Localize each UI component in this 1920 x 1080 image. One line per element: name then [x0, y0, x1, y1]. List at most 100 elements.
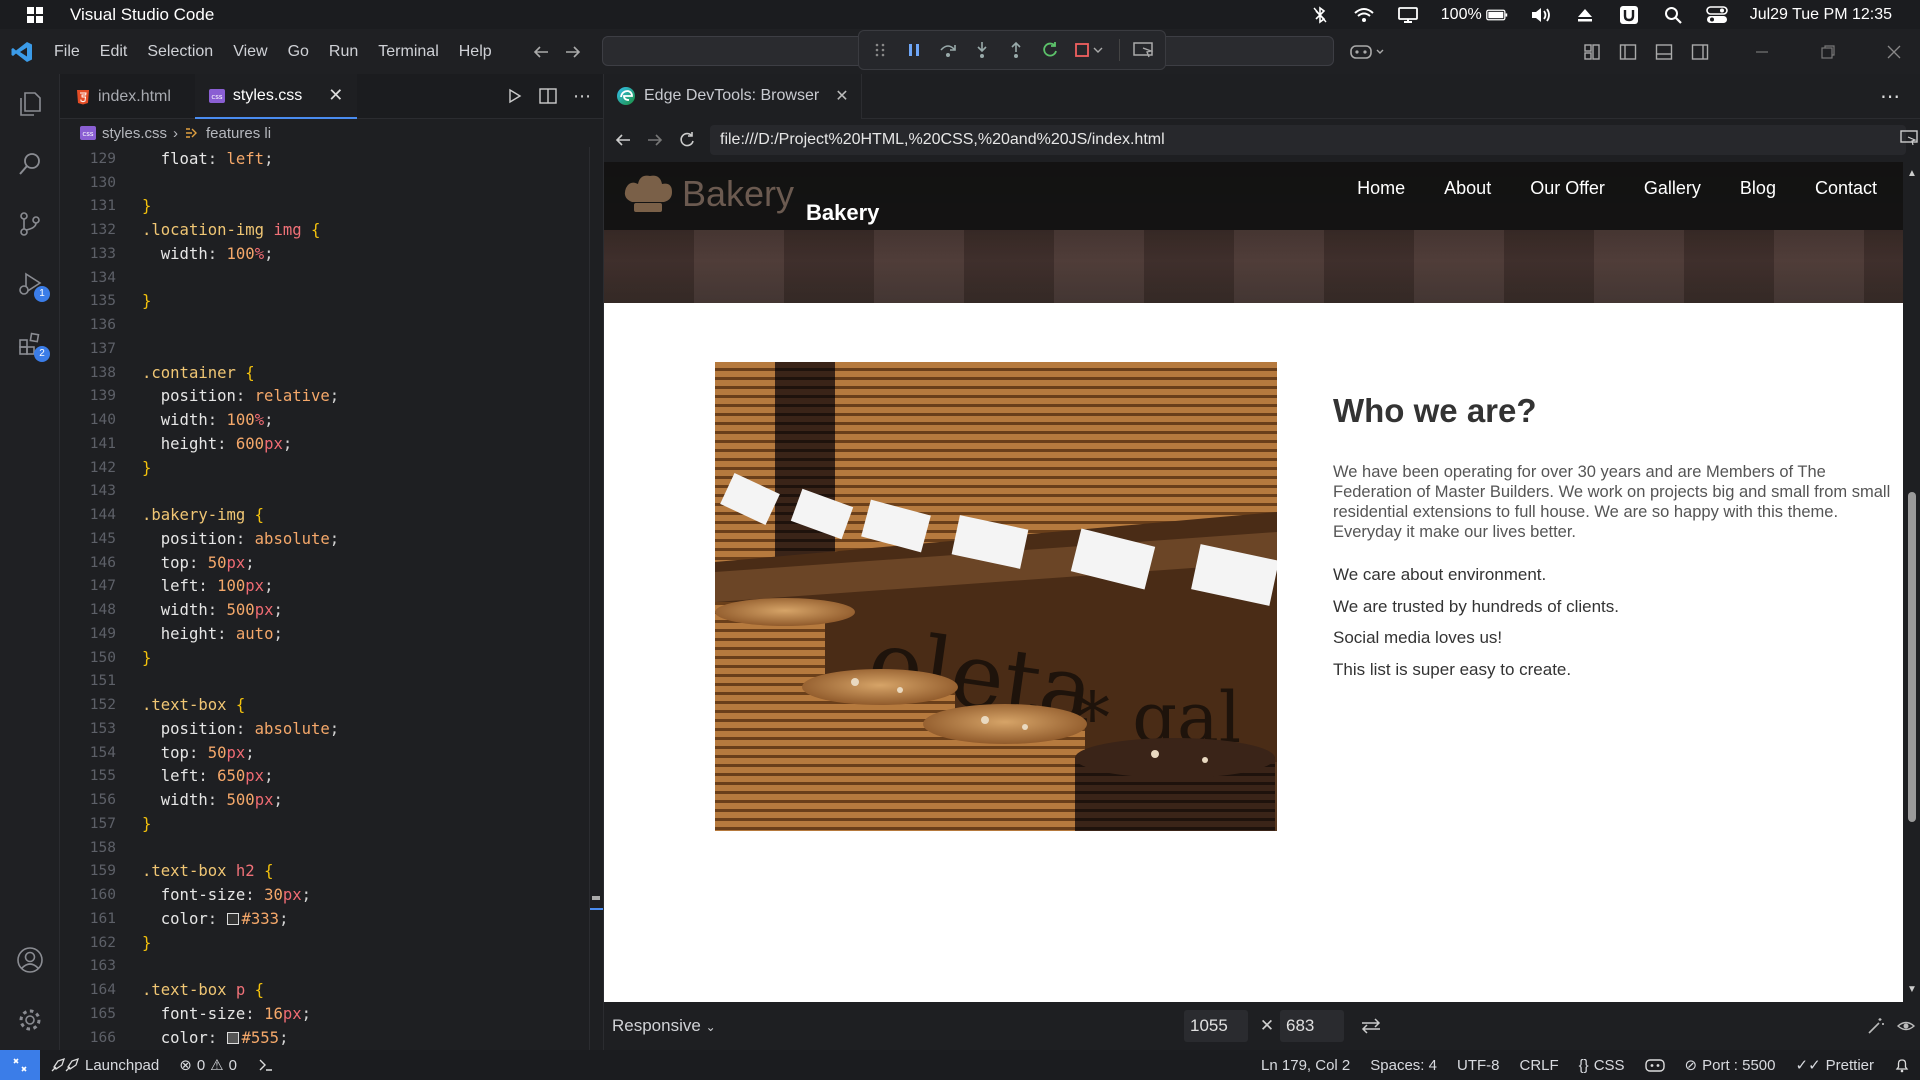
- more-actions-icon[interactable]: ⋯: [573, 86, 591, 107]
- end-of-line[interactable]: CRLF: [1509, 1057, 1568, 1074]
- line-content[interactable]: width: 100%;: [116, 245, 274, 263]
- line-content[interactable]: position: absolute;: [116, 720, 339, 738]
- forward-arrow-icon[interactable]: [564, 44, 582, 60]
- line-content[interactable]: .location-img img {: [116, 221, 320, 239]
- launchpad-item[interactable]: Launchpad: [40, 1057, 169, 1074]
- explorer-icon[interactable]: [0, 74, 60, 134]
- run-file-icon[interactable]: [507, 88, 523, 104]
- menu-terminal[interactable]: Terminal: [368, 37, 448, 67]
- more-actions-icon[interactable]: ⋯: [1880, 84, 1920, 109]
- live-share-icon[interactable]: [247, 1057, 285, 1073]
- tab-styles-css[interactable]: css styles.css ✕: [194, 74, 358, 119]
- menu-help[interactable]: Help: [449, 37, 502, 67]
- line-content[interactable]: left: 650px;: [116, 767, 274, 785]
- line-content[interactable]: .text-box p {: [116, 981, 264, 999]
- bluetooth-off-icon[interactable]: [1309, 4, 1331, 26]
- windows-logo-icon[interactable]: [0, 6, 70, 23]
- prettier-status[interactable]: ✓✓ Prettier: [1786, 1056, 1885, 1075]
- site-brand[interactable]: Bakery: [806, 200, 879, 226]
- line-content[interactable]: width: 500px;: [116, 601, 283, 619]
- code-line[interactable]: 158: [60, 836, 603, 860]
- code-line[interactable]: 142}: [60, 456, 603, 480]
- breadcrumb-symbol[interactable]: features li: [206, 125, 271, 142]
- line-content[interactable]: position: absolute;: [116, 530, 339, 548]
- code-line[interactable]: 152 .text-box {: [60, 693, 603, 717]
- extensions-icon[interactable]: 2: [0, 314, 60, 374]
- code-line[interactable]: 146 top: 50px;: [60, 551, 603, 575]
- code-editor[interactable]: 129 float: left; 130 131} 132 .location-img …: [60, 147, 603, 1050]
- code-line[interactable]: 139 position: relative;: [60, 385, 603, 409]
- problems-item[interactable]: ⊗ 0 ⚠ 0: [169, 1056, 247, 1075]
- code-line[interactable]: 129 float: left;: [60, 147, 603, 171]
- user-u-icon[interactable]: [1618, 4, 1640, 26]
- toggle-sidebar-icon[interactable]: [1616, 40, 1640, 64]
- code-line[interactable]: 145 position: absolute;: [60, 527, 603, 551]
- code-line[interactable]: 140 width: 100%;: [60, 408, 603, 432]
- menu-file[interactable]: File: [44, 37, 90, 67]
- line-content[interactable]: }: [116, 197, 151, 215]
- line-content[interactable]: left: 100px;: [116, 577, 274, 595]
- source-control-icon[interactable]: [0, 194, 60, 254]
- stop-icon[interactable]: [1073, 39, 1107, 61]
- url-input[interactable]: file:///D:/Project%20HTML,%20CSS,%20and%…: [710, 125, 1906, 155]
- page-scrollbar[interactable]: ▲ ▼: [1903, 162, 1920, 1002]
- close-window-icon[interactable]: [1882, 40, 1906, 64]
- line-content[interactable]: top: 50px;: [116, 554, 255, 572]
- live-server-port[interactable]: ⊘ Port : 5500: [1675, 1056, 1786, 1075]
- search-sidebar-icon[interactable]: [0, 134, 60, 194]
- step-over-icon[interactable]: [937, 39, 959, 61]
- line-content[interactable]: .bakery-img {: [116, 506, 264, 524]
- viewport-height-input[interactable]: 683: [1280, 1010, 1344, 1042]
- notifications-bell-icon[interactable]: [1884, 1057, 1920, 1073]
- code-line[interactable]: 153 position: absolute;: [60, 717, 603, 741]
- code-line[interactable]: 131}: [60, 195, 603, 219]
- menu-view[interactable]: View: [223, 37, 277, 67]
- line-content[interactable]: }: [116, 815, 151, 833]
- search-icon[interactable]: [1662, 4, 1684, 26]
- code-line[interactable]: 155 left: 650px;: [60, 765, 603, 789]
- code-line[interactable]: 163: [60, 955, 603, 979]
- nav-home[interactable]: Home: [1357, 178, 1405, 199]
- nav-our-offer[interactable]: Our Offer: [1530, 178, 1605, 199]
- copilot-status-icon[interactable]: [1635, 1057, 1675, 1073]
- drag-handle-icon[interactable]: [869, 39, 891, 61]
- remote-indicator-icon[interactable]: [0, 1050, 40, 1080]
- code-line[interactable]: 165 font-size: 16px;: [60, 1002, 603, 1026]
- line-content[interactable]: .text-box h2 {: [116, 862, 273, 880]
- line-content[interactable]: font-size: 30px;: [116, 886, 311, 904]
- code-line[interactable]: 147 left: 100px;: [60, 575, 603, 599]
- screencast-icon[interactable]: [1900, 130, 1918, 146]
- tab-index-html[interactable]: index.html: [60, 74, 185, 119]
- code-line[interactable]: 151: [60, 670, 603, 694]
- split-editor-icon[interactable]: [539, 88, 557, 104]
- code-line[interactable]: 132 .location-img img {: [60, 218, 603, 242]
- code-line[interactable]: 143: [60, 480, 603, 504]
- line-content[interactable]: height: auto;: [116, 625, 283, 643]
- line-content[interactable]: .text-box {: [116, 696, 245, 714]
- rotate-dimensions-icon[interactable]: [1360, 1017, 1382, 1035]
- line-content[interactable]: font-size: 16px;: [116, 1005, 311, 1023]
- nav-gallery[interactable]: Gallery: [1644, 178, 1701, 199]
- close-browser-tab-icon[interactable]: ✕: [835, 86, 848, 106]
- code-line[interactable]: 136: [60, 313, 603, 337]
- code-line[interactable]: 156 width: 500px;: [60, 788, 603, 812]
- code-line[interactable]: 157}: [60, 812, 603, 836]
- code-line[interactable]: 148 width: 500px;: [60, 598, 603, 622]
- step-out-icon[interactable]: [1005, 39, 1027, 61]
- responsive-dropdown[interactable]: Responsive ⌄: [604, 1016, 1184, 1036]
- menu-run[interactable]: Run: [319, 37, 368, 67]
- line-content[interactable]: float: left;: [116, 150, 274, 168]
- nav-blog[interactable]: Blog: [1740, 178, 1776, 199]
- breadcrumb-file[interactable]: styles.css: [102, 125, 167, 142]
- step-into-icon[interactable]: [971, 39, 993, 61]
- manage-gear-icon[interactable]: [0, 990, 60, 1050]
- line-content[interactable]: }: [116, 934, 151, 952]
- back-arrow-icon[interactable]: [532, 44, 550, 60]
- line-content[interactable]: }: [116, 649, 151, 667]
- toggle-panel-icon[interactable]: [1652, 40, 1676, 64]
- line-content[interactable]: color: #333;: [116, 910, 289, 928]
- pause-icon[interactable]: [903, 39, 925, 61]
- control-center-icon[interactable]: [1705, 4, 1728, 26]
- code-line[interactable]: 166 color: #555;: [60, 1026, 603, 1050]
- code-line[interactable]: 130: [60, 171, 603, 195]
